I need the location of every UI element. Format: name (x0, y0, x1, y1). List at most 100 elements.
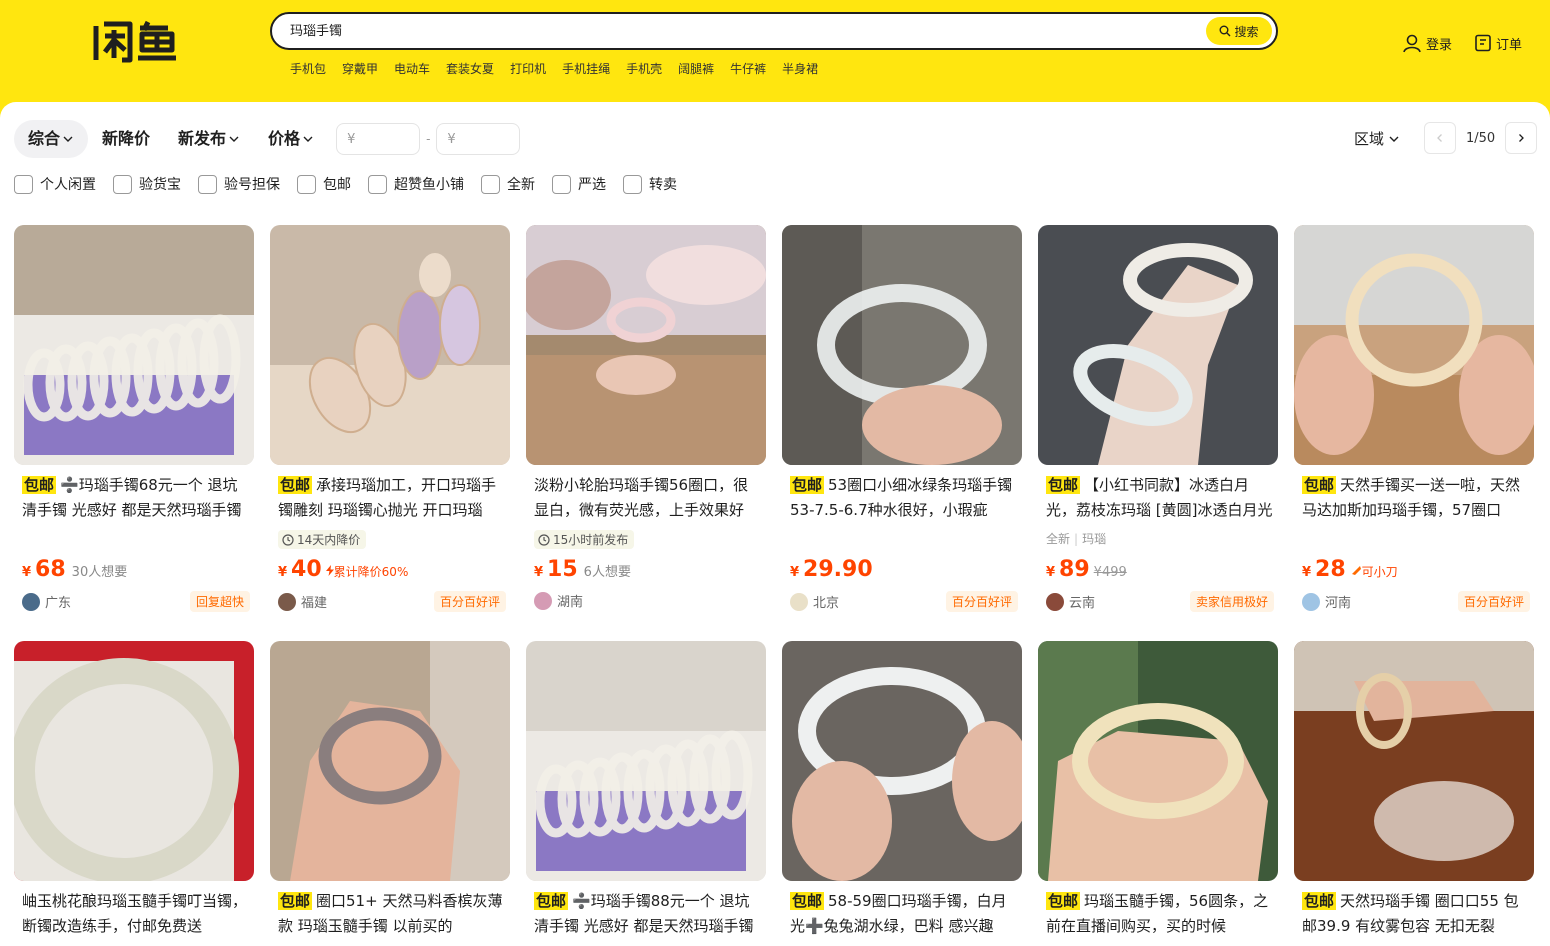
product-card[interactable]: 包邮 53圈口小细冰绿条玛瑙手镯 53-7.5-6.7种水很好，小瑕疵 ¥29.9… (782, 225, 1022, 612)
product-title[interactable]: 岫玉桃花酿玛瑙玉髓手镯叮当镯，断镯改造练手，付邮免费送 (22, 889, 250, 939)
product-card[interactable]: 包邮 圈口51+ 天然马料香槟灰薄款 玛瑙玉髓手镯 以前买的 (270, 641, 510, 935)
sort-new-drop[interactable]: 新降价 (88, 120, 164, 158)
product-title[interactable]: 包邮 ➗玛瑙手镯68元一个 退坑清手镯 光感好 都是天然玛瑙手镯 (22, 473, 250, 523)
checkbox-box[interactable] (623, 174, 642, 194)
search-input[interactable] (290, 22, 1090, 37)
product-card[interactable]: 包邮 ➗玛瑙手镯68元一个 退坑清手镯 光感好 都是天然玛瑙手镯 ¥68 30人想要… (14, 225, 254, 612)
seller-info[interactable]: 湖南 (534, 591, 583, 610)
sort-comprehensive[interactable]: 综合 (14, 120, 89, 158)
product-title[interactable]: 包邮 53圈口小细冰绿条玛瑙手镯 53-7.5-6.7种水很好，小瑕疵 (790, 473, 1018, 523)
product-card[interactable]: 包邮 58-59圈口玛瑙手镯，白月光➕兔兔湖水绿，巴料 感兴趣 (782, 641, 1022, 935)
checkbox-top-shop[interactable]: 超赞鱼小铺 (368, 174, 464, 194)
product-title[interactable]: 包邮 58-59圈口玛瑙手镯，白月光➕兔兔湖水绿，巴料 感兴趣 (790, 889, 1018, 939)
sort-label: 综合 (28, 129, 61, 148)
product-title[interactable]: 包邮 承接玛瑙加工，开口玛瑙手镯雕刻 玛瑙镯心抛光 开口玛瑙 (278, 473, 506, 523)
free-shipping-tag: 包邮 (1046, 892, 1081, 910)
product-card[interactable]: 包邮 ➗玛瑙手镯88元一个 退坑清手镯 光感好 都是天然玛瑙手镯 (526, 641, 766, 935)
checkbox-box[interactable] (552, 174, 571, 194)
checkbox-box[interactable] (198, 174, 217, 194)
product-image[interactable] (1038, 641, 1278, 881)
hot-word[interactable]: 手机壳 (626, 60, 662, 77)
seller-location: 广东 (45, 596, 72, 611)
product-image[interactable] (270, 225, 510, 465)
product-title[interactable]: 包邮 玛瑙玉髓手镯，56圆条，之前在直播间购买，买的时候 (1046, 889, 1274, 939)
checkbox-resell[interactable]: 转卖 (623, 174, 677, 194)
tag-divider: | (1074, 531, 1079, 546)
seller-location: 云南 (1069, 596, 1096, 611)
checkbox-box[interactable] (14, 174, 33, 194)
hot-word[interactable]: 套装女夏 (446, 60, 494, 77)
product-card[interactable]: 包邮 承接玛瑙加工，开口玛瑙手镯雕刻 玛瑙镯心抛光 开口玛瑙 14天内降价 ¥40… (270, 225, 510, 612)
product-card[interactable]: 包邮 【小红书同款】冰透白月光，荔枝冻玛瑙 [黄圆]冰透白月光 全新 | 玛瑙 ¥89… (1038, 225, 1278, 612)
product-title[interactable]: 包邮 圈口51+ 天然马料香槟灰薄款 玛瑙玉髓手镯 以前买的 (278, 889, 506, 939)
product-title[interactable]: 包邮 【小红书同款】冰透白月光，荔枝冻玛瑙 [黄圆]冰透白月光 (1046, 473, 1274, 523)
hot-word[interactable]: 手机包 (290, 60, 326, 77)
product-card[interactable]: 包邮 天然玛瑙手镯 圈口口55 包邮39.9 有纹雾包容 无扣无裂 (1294, 641, 1534, 935)
hot-word[interactable]: 手机挂绳 (562, 60, 610, 77)
prev-page-button[interactable] (1424, 122, 1456, 154)
seller-info[interactable]: 北京 (790, 592, 839, 611)
price-row: ¥29.90 (790, 557, 873, 582)
product-card[interactable]: 岫玉桃花酿玛瑙玉髓手镯叮当镯，断镯改造练手，付邮免费送 (14, 641, 254, 935)
hot-word[interactable]: 电动车 (394, 60, 430, 77)
search-button[interactable]: 搜索 (1206, 17, 1272, 45)
product-image[interactable] (1294, 641, 1534, 881)
seller-info[interactable]: 广东 (22, 592, 71, 611)
product-card[interactable]: 淡粉小轮胎玛瑙手镯56圈口，很显白，微有荧光感，上手效果好 15小时前发布 ¥1… (526, 225, 766, 610)
product-title[interactable]: 包邮 天然手镯买一送一啦，天然马达加斯加玛瑙手镯，57圈口 (1302, 473, 1530, 523)
product-title[interactable]: 淡粉小轮胎玛瑙手镯56圈口，很显白，微有荧光感，上手效果好 (534, 473, 762, 523)
checkbox-box[interactable] (481, 174, 500, 194)
price-min-input[interactable]: ¥ (336, 123, 421, 155)
seller-info[interactable]: 福建 (278, 592, 327, 611)
hot-word[interactable]: 穿戴甲 (342, 60, 378, 77)
product-title[interactable]: 包邮 ➗玛瑙手镯88元一个 退坑清手镯 光感好 都是天然玛瑙手镯 (534, 889, 762, 939)
product-image[interactable] (782, 641, 1022, 881)
product-card[interactable]: 包邮 玛瑙玉髓手镯，56圆条，之前在直播间购买，买的时候 (1038, 641, 1278, 935)
hot-word[interactable]: 打印机 (510, 60, 546, 77)
seller-info[interactable]: 河南 (1302, 592, 1351, 611)
product-sub: 14天内降价 (278, 530, 367, 549)
tag-new: 全新 (1046, 532, 1071, 546)
seller-avatar (1302, 592, 1320, 611)
checkbox-free-shipping[interactable]: 包邮 (297, 174, 351, 194)
product-title[interactable]: 包邮 天然玛瑙手镯 圈口口55 包邮39.9 有纹雾包容 无扣无裂 (1302, 889, 1530, 939)
login-link[interactable]: 登录 (1402, 33, 1452, 53)
product-image[interactable] (526, 225, 766, 465)
product-image[interactable] (1294, 225, 1534, 465)
checkbox-brand-new[interactable]: 全新 (481, 174, 535, 194)
chevron-down-icon (303, 136, 313, 142)
seller-badge: 卖家信用极好 (1189, 591, 1274, 612)
checkbox-personal[interactable]: 个人闲置 (14, 174, 96, 194)
next-page-button[interactable] (1505, 122, 1538, 154)
checkbox-account-guarantee[interactable]: 验号担保 (198, 174, 280, 194)
hot-word[interactable]: 阔腿裤 (678, 60, 714, 77)
product-image[interactable] (14, 641, 254, 881)
product-image[interactable] (782, 225, 1022, 465)
hot-word[interactable]: 牛仔裤 (730, 60, 766, 77)
checkbox-box[interactable] (113, 174, 132, 194)
knife-icon (1351, 566, 1361, 575)
product-image[interactable] (14, 225, 254, 465)
checkbox-label: 验货宝 (139, 177, 181, 193)
sort-new-publish[interactable]: 新发布 (164, 120, 254, 158)
checkbox-box[interactable] (297, 174, 316, 194)
price-value: 28 (1315, 557, 1346, 582)
price-max-input[interactable]: ¥ (436, 123, 521, 155)
product-image[interactable] (1038, 225, 1278, 465)
product-sub: 全新 | 玛瑙 (1046, 530, 1106, 547)
product-image[interactable] (270, 641, 510, 881)
region-dropdown[interactable]: 区域 (1354, 128, 1400, 149)
checkbox-inspect[interactable]: 验货宝 (113, 174, 181, 194)
checkbox-selected[interactable]: 严选 (552, 174, 606, 194)
product-card[interactable]: 包邮 天然手镯买一送一啦，天然马达加斯加玛瑙手镯，57圈口 ¥28 可小刀 河南 百分… (1294, 225, 1534, 612)
product-image[interactable] (526, 641, 766, 881)
hot-word[interactable]: 半身裙 (782, 60, 818, 77)
xianyu-logo[interactable] (92, 18, 178, 64)
seller-info[interactable]: 云南 (1046, 592, 1095, 611)
orders-link[interactable]: 订单 (1474, 34, 1522, 53)
yen-sign: ¥ (1302, 565, 1312, 580)
sort-price[interactable]: 价格 (254, 120, 328, 158)
checkbox-box[interactable] (368, 174, 387, 194)
drop-text: 累计降价60% (325, 563, 408, 580)
free-shipping-tag: 包邮 (790, 892, 825, 910)
